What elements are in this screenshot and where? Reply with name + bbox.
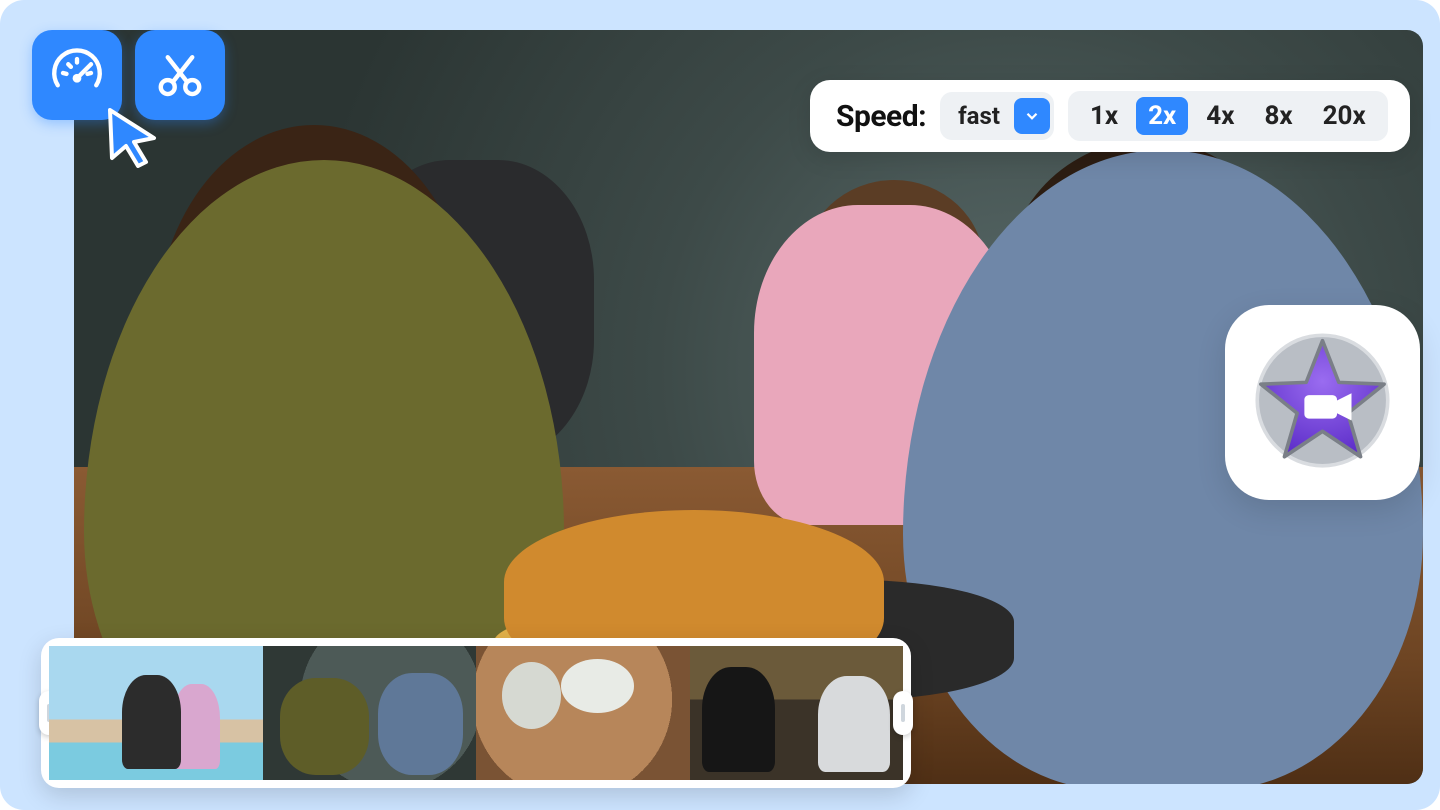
speedometer-icon (49, 45, 105, 105)
speed-control-bar: Speed: fast 1x 2x 4x 8x 20x (810, 80, 1410, 152)
timeline-filmstrip[interactable] (41, 638, 911, 788)
clip-thumbnail[interactable] (49, 646, 263, 780)
speed-mode-value: fast (944, 96, 1014, 136)
speed-mode-select[interactable]: fast (940, 92, 1054, 140)
speed-option-20x[interactable]: 20x (1311, 97, 1378, 135)
speed-option-1x[interactable]: 1x (1078, 97, 1130, 135)
speed-option-2x[interactable]: 2x (1136, 97, 1188, 135)
speed-option-8x[interactable]: 8x (1252, 97, 1304, 135)
speed-option-4x[interactable]: 4x (1194, 97, 1246, 135)
scissors-icon (152, 45, 208, 105)
cursor-icon (100, 104, 164, 168)
trim-handle-right[interactable] (893, 691, 913, 735)
clip-thumbnail[interactable] (690, 646, 904, 780)
speed-multiplier-group: 1x 2x 4x 8x 20x (1068, 91, 1388, 141)
clip-thumbnail[interactable] (263, 646, 477, 780)
chevron-down-icon (1014, 98, 1050, 134)
star-camera-icon (1250, 328, 1395, 477)
editor-canvas: Speed: fast 1x 2x 4x 8x 20x (0, 0, 1440, 810)
imovie-app-badge[interactable] (1225, 305, 1420, 500)
clip-thumbnail[interactable] (476, 646, 690, 780)
speed-label: Speed: (836, 99, 926, 134)
